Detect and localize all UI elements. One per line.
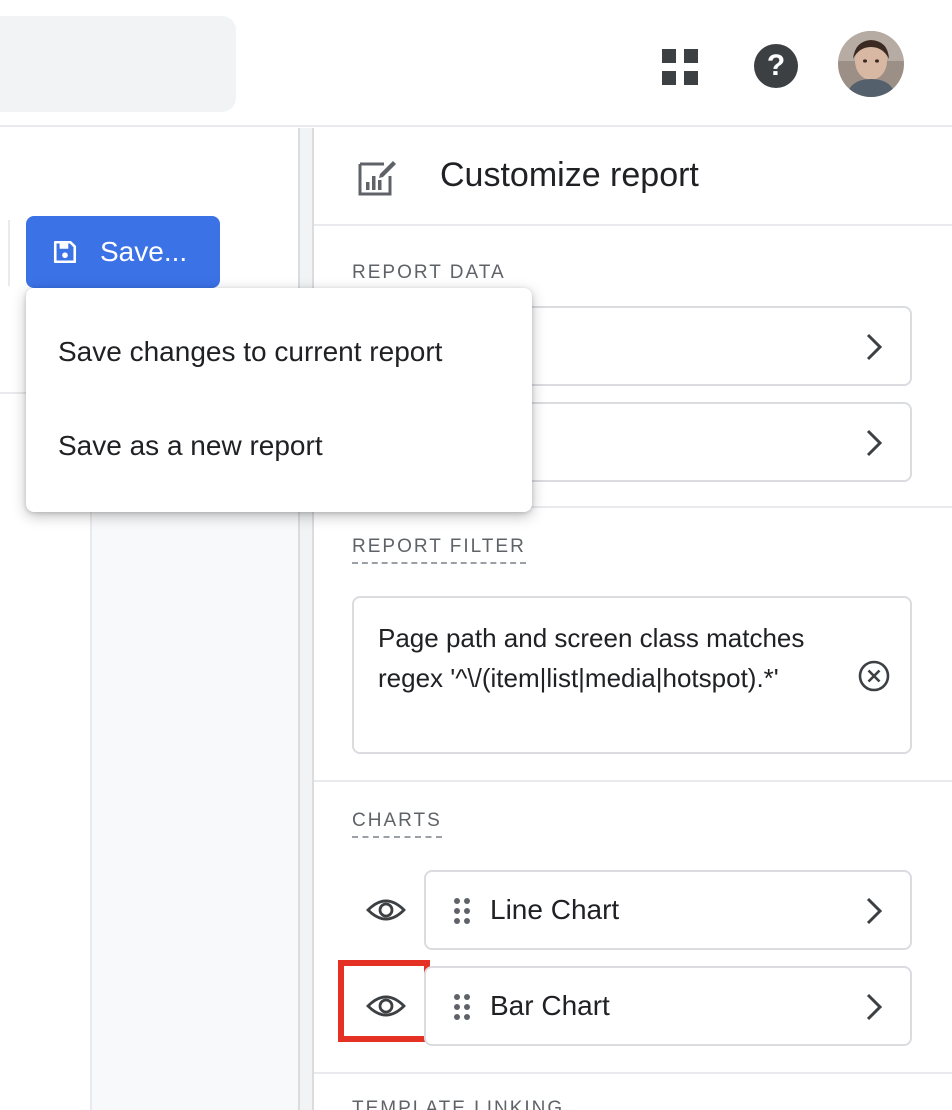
help-icon[interactable]: ? [754, 44, 798, 88]
chart-item-label: Bar Chart [490, 990, 610, 1021]
customize-report-panel: Customize report REPORT DATA REPORT FILT… [314, 128, 952, 1110]
section-divider [314, 780, 952, 782]
save-icon [53, 240, 77, 264]
drag-handle-icon[interactable] [454, 898, 470, 924]
avatar[interactable] [838, 31, 904, 97]
clear-filter-icon[interactable] [856, 658, 892, 694]
save-menu: Save changes to current report Save as a… [26, 288, 532, 512]
toolbar-divider [8, 220, 10, 286]
top-bar: ? [0, 0, 952, 127]
save-button-label: Save... [100, 236, 188, 267]
charts-label[interactable]: CHARTS [352, 810, 442, 838]
eye-icon[interactable] [366, 992, 406, 1020]
report-filter-text: Page path and screen class matches regex… [378, 623, 805, 693]
section-divider [314, 1072, 952, 1074]
chevron-right-icon [866, 333, 883, 361]
search-bar[interactable] [0, 16, 236, 112]
chart-item-bar-chart[interactable]: Bar Chart [424, 966, 912, 1046]
panel-header: Customize report [314, 128, 952, 226]
report-data-label: REPORT DATA [352, 262, 506, 283]
chevron-right-icon [866, 993, 883, 1021]
chart-item-label: Line Chart [490, 894, 620, 925]
save-button[interactable]: Save... [26, 216, 220, 288]
customize-chart-icon [358, 161, 396, 196]
report-filter-label[interactable]: REPORT FILTER [352, 536, 526, 564]
template-linking-label: TEMPLATE LINKING [352, 1098, 565, 1110]
chart-item-line-chart[interactable]: Line Chart [424, 870, 912, 950]
report-filter-card[interactable]: Page path and screen class matches regex… [352, 596, 912, 754]
chevron-right-icon [866, 897, 883, 925]
chevron-right-icon [866, 429, 883, 457]
drag-handle-icon[interactable] [454, 994, 470, 1020]
panel-title: Customize report [440, 156, 699, 194]
apps-grid-icon[interactable] [660, 47, 700, 87]
panel-resize-gutter[interactable] [298, 128, 314, 1110]
menu-item-save-as-new[interactable]: Save as a new report [58, 430, 323, 462]
eye-icon[interactable] [366, 896, 406, 924]
menu-item-save-changes[interactable]: Save changes to current report [58, 336, 442, 368]
